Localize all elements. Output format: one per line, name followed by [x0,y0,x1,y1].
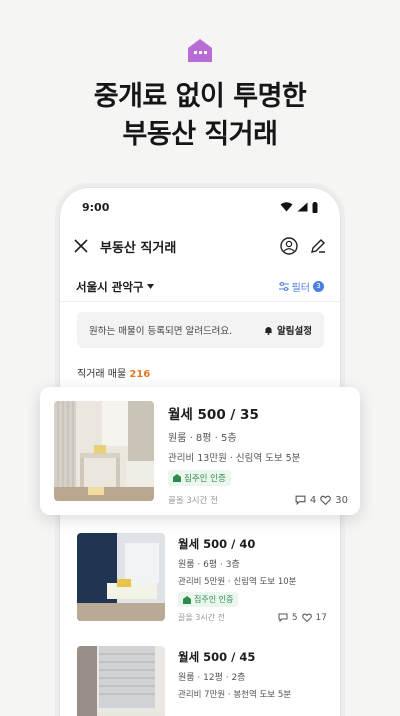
battery-icon [312,201,318,213]
featured-listing-card[interactable]: 월세 500 / 35 원룸 · 8평 · 5층 관리비 13만원 · 신림역 … [40,387,360,515]
owner-verified-badge: 집주인 인증 [178,592,239,607]
headline-line-2: 부동산 직거래 [122,119,278,150]
listing-price: 월세 500 / 45 [178,650,256,664]
listing-detail: 관리비 13만원 · 신림역 도보 5분 [168,453,301,464]
listing-detail: 관리비 5만원 · 신림역 도보 10분 [178,577,297,587]
listing-stats: 4 30 [295,495,348,506]
location-label: 서울시 관악구 [76,279,144,294]
listing-info: 월세 500 / 45 원룸 · 12평 · 2층 관리비 7만원 · 봉천역 … [178,646,327,716]
filter-label: 필터 [291,283,310,294]
listing-time: 끌올 3시간 전 [178,613,225,622]
listing-count: 직거래 매물 216 [77,365,150,380]
alert-settings-label: 알림설정 [277,326,312,337]
close-icon[interactable] [74,239,88,253]
filter-count-badge: 3 [313,281,324,292]
alert-text: 원하는 매물이 등록되면 알려드려요. [89,326,233,337]
status-icons [280,201,318,213]
status-time: 9:00 [82,200,110,214]
count-value: 216 [129,369,151,380]
chat-icon [278,613,288,622]
listing-price: 월세 500 / 35 [168,407,259,423]
wifi-icon [280,202,293,212]
bell-icon [265,327,273,335]
sliders-icon [278,282,289,291]
chat-count: 5 [291,612,298,623]
chat-icon [295,495,306,505]
caret-down-icon [147,284,155,289]
list-item[interactable]: 월세 500 / 45 원룸 · 12평 · 2층 관리비 7만원 · 봉천역 … [77,646,327,716]
listing-info: 월세 500 / 35 원룸 · 8평 · 5층 관리비 13만원 · 신림역 … [168,401,348,506]
home-check-icon [173,474,181,482]
listing-info: 월세 500 / 40 원룸 · 6평 · 3층 관리비 5만원 · 신림역 도… [178,533,327,623]
filter-button[interactable]: 필터 3 [278,279,324,294]
listing-stats: 5 17 [278,613,327,623]
profile-icon[interactable] [280,237,298,255]
list-item[interactable]: 월세 500 / 40 원룸 · 6평 · 3층 관리비 5만원 · 신림역 도… [77,533,327,623]
headline-line-1: 중개료 없이 투명한 [93,81,307,112]
alert-settings-button[interactable]: 알림설정 [264,323,312,337]
like-count: 30 [335,494,348,506]
count-label: 직거래 매물 [77,369,127,380]
home-check-icon [183,595,191,604]
listing-price: 월세 500 / 40 [178,537,256,551]
house-icon [188,39,212,62]
heart-icon [320,495,332,505]
room-photo [77,646,165,716]
room-photo [77,533,165,621]
edit-icon[interactable] [310,238,326,254]
signal-icon [297,202,308,212]
owner-verified-badge: 집주인 인증 [168,470,231,486]
listing-specs: 원룸 · 12평 · 2층 [178,673,246,683]
listing-specs: 원룸 · 6평 · 3층 [178,560,240,570]
list-item[interactable]: 월세 500 / 35 원룸 · 8평 · 5층 관리비 13만원 · 신림역 … [54,401,354,506]
verified-label: 집주인 인증 [184,474,226,484]
status-bar: 9:00 [60,188,340,226]
listing-footer: 끌올 3시간 전 4 30 [168,494,348,507]
listing-detail: 관리비 7만원 · 봉천역 도보 5분 [178,690,292,700]
headline: 중개료 없이 투명한 부동산 직거래 [0,78,400,154]
location-selector[interactable]: 서울시 관악구 [76,279,155,295]
listing-time: 끌올 3시간 전 [168,496,218,506]
verified-label: 집주인 인증 [194,595,234,604]
alert-banner: 원하는 매물이 등록되면 알려드려요. 알림설정 [77,312,324,348]
heart-icon [301,613,312,622]
listing-footer: 끌올 3시간 전 5 17 [178,612,327,623]
like-count: 17 [315,612,327,623]
app-bar: 부동산 직거래 [60,228,340,264]
listing-specs: 원룸 · 8평 · 5층 [168,433,237,444]
chat-count: 4 [309,494,317,506]
page-title: 부동산 직거래 [100,240,177,256]
room-photo [54,401,154,501]
location-bar: 서울시 관악구 필터 3 [60,272,340,302]
